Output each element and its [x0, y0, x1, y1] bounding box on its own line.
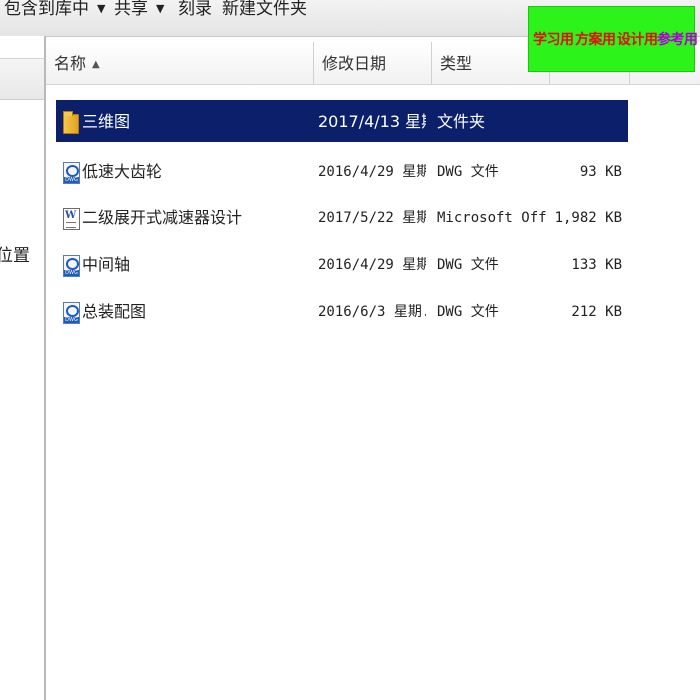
burn-label: 刻录: [178, 0, 212, 19]
new-folder-label: 新建文件夹: [222, 0, 307, 19]
file-name: 二级展开式减速器设计: [82, 208, 243, 227]
dwg-file-icon: [62, 161, 80, 184]
column-date-label: 修改日期: [322, 54, 387, 73]
file-size: 212 KB: [571, 304, 622, 320]
chevron-down-icon: ▼: [156, 2, 165, 15]
folder-icon: [62, 111, 80, 134]
burn-button[interactable]: 刻录: [178, 0, 212, 19]
share-label: 共享: [114, 0, 148, 19]
usage-tags-overlay: 学习用 方案用 设计用 参考用: [528, 6, 698, 72]
file-row[interactable]: 中间轴 2016/4/29 星期... DWG 文件 133 KB: [56, 243, 628, 285]
navigation-header-band: [0, 58, 44, 100]
new-folder-button[interactable]: 新建文件夹: [222, 0, 307, 19]
file-date: 2016/4/29 星期...: [318, 257, 426, 273]
share-button[interactable]: 共享 ▼: [114, 0, 164, 19]
file-type: DWG 文件: [437, 164, 499, 180]
word-document-icon: [62, 207, 80, 230]
file-date: 2016/4/29 星期...: [318, 164, 426, 180]
file-name: 中间轴: [82, 255, 131, 274]
column-type-label: 类型: [440, 54, 473, 73]
tag-study: 学习用: [533, 32, 574, 48]
include-in-library-label: 包含到库中: [4, 0, 89, 19]
file-size: [548, 100, 622, 142]
file-size: 93 KB: [579, 164, 622, 180]
column-header-date[interactable]: 修改日期: [314, 42, 432, 84]
file-row[interactable]: 二级展开式减速器设计 2017/5/22 星期... Microsoft Off…: [56, 196, 628, 238]
file-type: 文件夹: [437, 112, 486, 131]
file-type: Microsoft Offi...: [437, 210, 547, 226]
file-date: 2016/6/3 星期...: [318, 304, 426, 320]
tag-reference: 参考用: [657, 32, 698, 48]
file-date: 2017/4/13 星期...: [318, 112, 426, 131]
column-name-label: 名称: [54, 54, 87, 73]
column-header-name[interactable]: 名称 ▲: [46, 42, 314, 84]
navigation-pane[interactable]: 位置: [0, 36, 46, 700]
file-type: DWG 文件: [437, 257, 499, 273]
file-date: 2017/5/22 星期...: [318, 210, 426, 226]
file-name: 低速大齿轮: [82, 162, 163, 181]
chevron-down-icon: ▼: [97, 2, 106, 15]
file-row[interactable]: 低速大齿轮 2016/4/29 星期... DWG 文件 93 KB: [56, 150, 628, 192]
file-row[interactable]: 总装配图 2016/6/3 星期... DWG 文件 212 KB: [56, 290, 628, 332]
file-size: 1,982 KB: [554, 210, 622, 226]
file-name: 三维图: [82, 112, 131, 131]
include-in-library-button[interactable]: 包含到库中 ▼: [4, 0, 105, 19]
file-size: 133 KB: [571, 257, 622, 273]
tag-design: 设计用: [617, 32, 658, 48]
file-row[interactable]: 三维图 2017/4/13 星期... 文件夹: [56, 100, 628, 142]
sort-ascending-icon: ▲: [92, 59, 100, 70]
tag-proposal: 方案用: [575, 32, 616, 48]
file-name: 总装配图: [82, 302, 147, 321]
dwg-file-icon: [62, 254, 80, 277]
nav-location-label[interactable]: 位置: [0, 241, 30, 266]
dwg-file-icon: [62, 301, 80, 324]
file-type: DWG 文件: [437, 304, 499, 320]
